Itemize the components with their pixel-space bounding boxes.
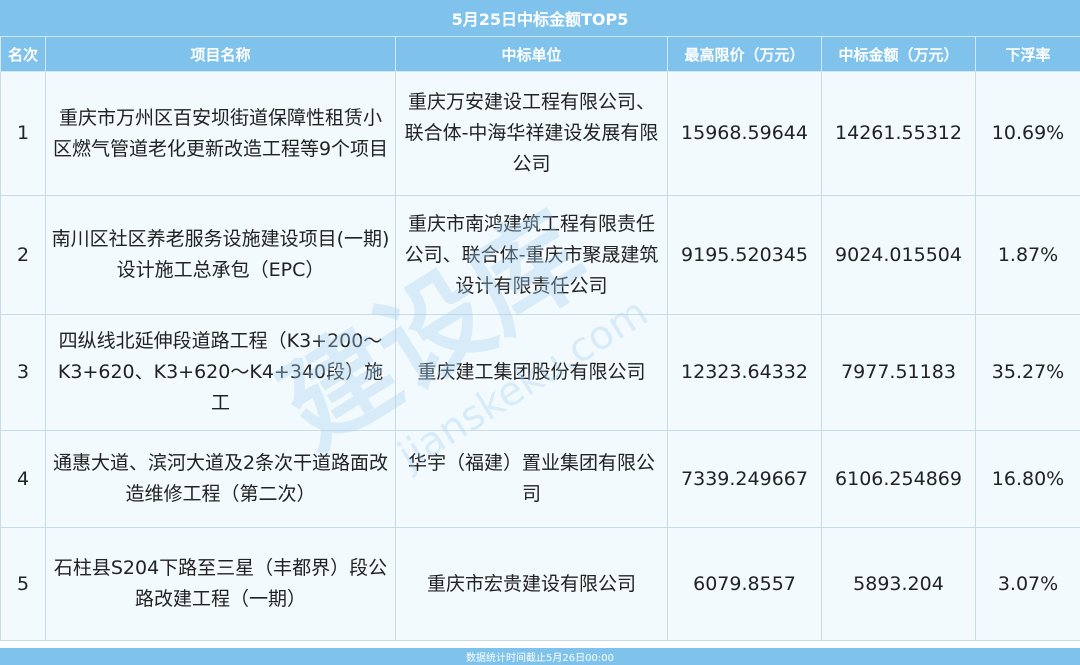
winner-cell: 重庆万安建设工程有限公司、联合体-中海华祥建设发展有限公司 (395, 71, 668, 196)
max-price-cell: 12323.64332 (667, 314, 822, 431)
winner-cell: 重庆市南鸿建筑工程有限责任公司、联合体-重庆市聚晟建筑设计有限责任公司 (395, 195, 668, 315)
max-price-cell: 15968.59644 (667, 71, 822, 196)
project-cell: 四纵线北延伸段道路工程（K3+200～K3+620、K3+620～K4+340段… (45, 314, 396, 431)
table-row: 2 南川区社区养老服务设施建设项目(一期)设计施工总承包（EPC） 重庆市南鸿建… (0, 195, 1080, 315)
bid-amount-cell: 5893.204 (821, 527, 976, 641)
header-project: 项目名称 (45, 36, 396, 72)
rank-cell: 1 (0, 71, 46, 196)
header-discount: 下浮率 (975, 36, 1080, 72)
discount-cell: 16.80% (975, 430, 1080, 528)
header-rank: 名次 (0, 36, 46, 72)
table-row: 3 四纵线北延伸段道路工程（K3+200～K3+620、K3+620～K4+34… (0, 314, 1080, 431)
bid-ranking-table: 名次 项目名称 中标单位 最高限价（万元） 中标金额（万元） 下浮率 1 重庆市… (0, 36, 1080, 641)
project-cell: 南川区社区养老服务设施建设项目(一期)设计施工总承包（EPC） (45, 195, 396, 315)
header-max-price: 最高限价（万元） (667, 36, 822, 72)
project-cell: 石柱县S204下路至三星（丰都界）段公路改建工程（一期） (45, 527, 396, 641)
bid-amount-cell: 14261.55312 (821, 71, 976, 196)
winner-cell: 重庆市宏贵建设有限公司 (395, 527, 668, 641)
bid-amount-cell: 9024.015504 (821, 195, 976, 315)
table-row: 5 石柱县S204下路至三星（丰都界）段公路改建工程（一期） 重庆市宏贵建设有限… (0, 527, 1080, 641)
discount-cell: 35.27% (975, 314, 1080, 431)
table-row: 1 重庆市万州区百安坝街道保障性租赁小区燃气管道老化更新改造工程等9个项目 重庆… (0, 71, 1080, 196)
table-row: 4 通惠大道、滨河大道及2条次干道路面改造维修工程（第二次） 华宇（福建）置业集… (0, 430, 1080, 528)
header-winner: 中标单位 (395, 36, 668, 72)
rank-cell: 2 (0, 195, 46, 315)
project-cell: 通惠大道、滨河大道及2条次干道路面改造维修工程（第二次） (45, 430, 396, 528)
winner-cell: 重庆建工集团股份有限公司 (395, 314, 668, 431)
max-price-cell: 6079.8557 (667, 527, 822, 641)
header-bid-amount: 中标金额（万元） (821, 36, 976, 72)
footer-note: 数据统计时间截止5月26日00:00 (0, 648, 1080, 665)
winner-cell: 华宇（福建）置业集团有限公司 (395, 430, 668, 528)
bid-amount-cell: 7977.51183 (821, 314, 976, 431)
max-price-cell: 7339.249667 (667, 430, 822, 528)
table-title: 5月25日中标金额TOP5 (0, 0, 1080, 36)
discount-cell: 10.69% (975, 71, 1080, 196)
rank-cell: 5 (0, 527, 46, 641)
discount-cell: 3.07% (975, 527, 1080, 641)
max-price-cell: 9195.520345 (667, 195, 822, 315)
rank-cell: 3 (0, 314, 46, 431)
discount-cell: 1.87% (975, 195, 1080, 315)
table-header-row: 名次 项目名称 中标单位 最高限价（万元） 中标金额（万元） 下浮率 (0, 36, 1080, 72)
bid-amount-cell: 6106.254869 (821, 430, 976, 528)
project-cell: 重庆市万州区百安坝街道保障性租赁小区燃气管道老化更新改造工程等9个项目 (45, 71, 396, 196)
rank-cell: 4 (0, 430, 46, 528)
